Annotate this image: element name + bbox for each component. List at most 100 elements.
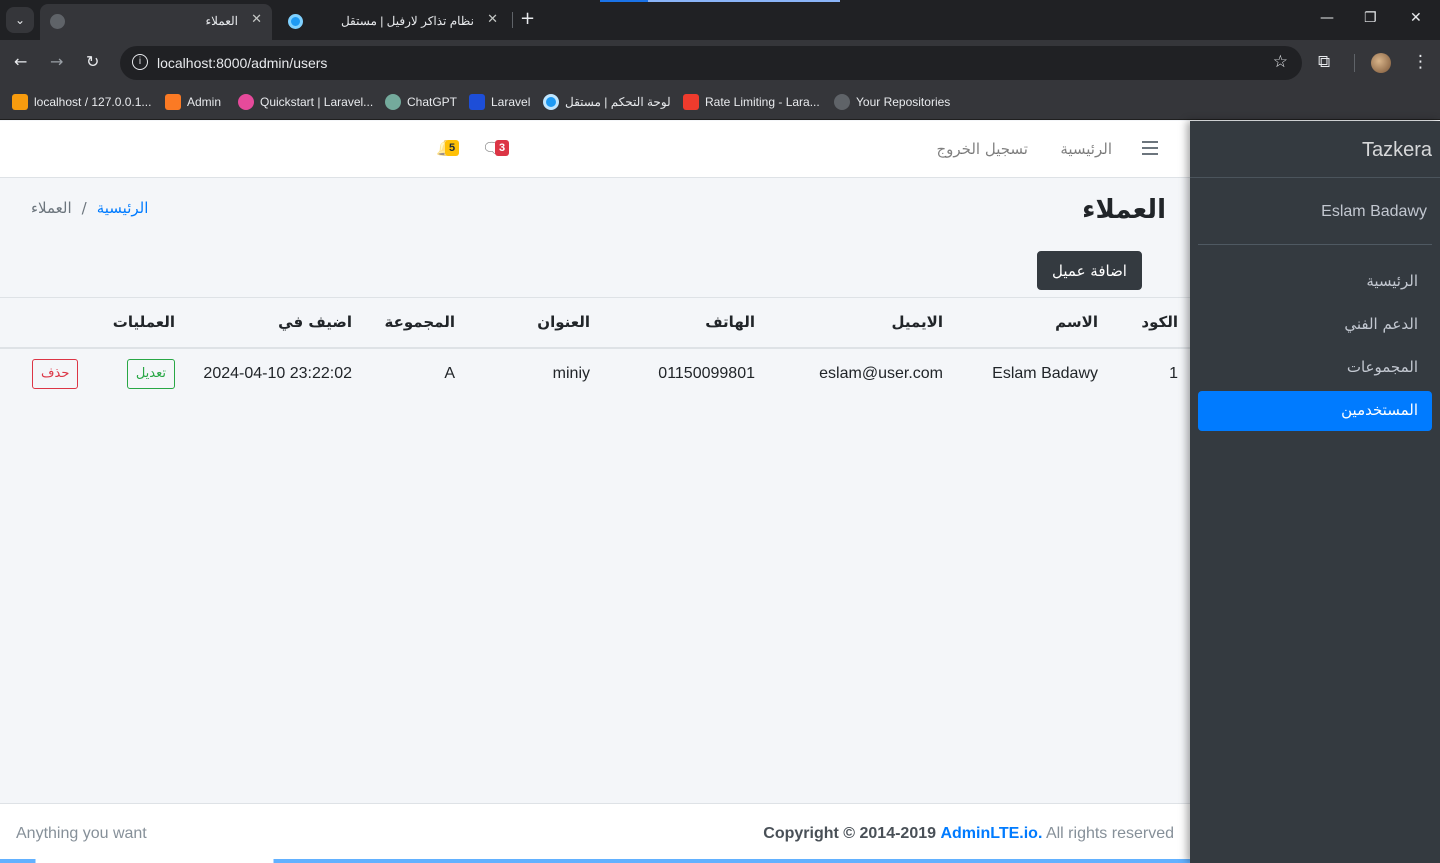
bookmark-rate-limiting[interactable]: Rate Limiting - Lara...	[683, 94, 820, 110]
column-header-email: الايميل	[767, 297, 955, 349]
browser-tab-strip: ⌄ العملاء ✕ نظام تذاكر لارفيل | مستقل ✕ …	[0, 0, 1440, 40]
close-icon[interactable]: ✕	[251, 12, 262, 27]
close-icon[interactable]: ✕	[487, 12, 498, 27]
page-footer: Anything you want Copyright © 2014-2019 …	[0, 803, 1190, 863]
edit-button[interactable]: تعديل	[126, 358, 175, 389]
phpmyadmin-icon	[12, 94, 28, 110]
tab-title: نظام تذاكر لارفيل | مستقل	[340, 14, 474, 28]
mostaql-icon	[288, 14, 303, 29]
breadcrumb-separator: /	[81, 199, 87, 217]
reload-button[interactable]: ↻	[86, 52, 99, 71]
bookmark-label: Your Repositories	[856, 95, 951, 109]
globe-icon	[50, 14, 65, 29]
add-customer-button[interactable]: اضافة عميل	[1037, 251, 1142, 290]
customers-table: الكود الاسم الايميل الهاتف العنوان المجم…	[0, 297, 1190, 400]
rights-text: All rights reserved	[1045, 825, 1174, 842]
bookmark-label: Admin	[187, 95, 222, 109]
cell-email: eslam@user.com	[767, 347, 955, 400]
top-navbar: الرئيسية تسجيل الخروج 🗨 3 🔔 5	[0, 121, 1190, 178]
chatgpt-icon	[385, 94, 401, 110]
bookmark-label: localhost / 127.0.0.1...	[34, 95, 152, 109]
footer-copyright: Copyright © 2014-2019 AdminLTE.io. All r…	[763, 825, 1174, 843]
browser-toolbar: ← → ↻ i localhost:8000/admin/users ☆	[0, 40, 1440, 86]
sidebar-item-label: الرئيسية	[1366, 272, 1418, 290]
laravel-icon	[469, 94, 485, 110]
bookmark-label: ChatGPT	[407, 95, 458, 109]
column-header-id: الكود	[1110, 297, 1190, 349]
bookmark-star-icon[interactable]: ☆	[1273, 52, 1288, 72]
cell-actions: تعديل حذف	[0, 347, 187, 400]
sidebar-item-home[interactable]: الرئيسية	[1198, 262, 1432, 302]
column-header-name: الاسم	[955, 297, 1110, 349]
address-bar[interactable]: i localhost:8000/admin/users ☆	[120, 46, 1302, 80]
adminlte-link[interactable]: AdminLTE.io.	[940, 825, 1042, 842]
sidebar-item-label: الدعم الفني	[1344, 315, 1418, 333]
sidebar-item-label: المستخدمين	[1341, 401, 1418, 419]
user-name[interactable]: Eslam Badawy	[1321, 203, 1427, 221]
column-header-actions: العمليات	[0, 297, 187, 349]
browser-menu-icon[interactable]: ⋮	[1412, 52, 1429, 72]
bookmark-laravel[interactable]: Laravel	[469, 94, 530, 110]
sidebar: Tazkera Eslam Badawy الرئيسية الدعم الفن…	[1190, 121, 1440, 863]
tab-customers[interactable]: العملاء ✕	[40, 4, 272, 40]
column-header-group: المجموعة	[364, 297, 467, 349]
site-info-icon[interactable]: i	[132, 54, 148, 70]
footer-tagline: Anything you want	[16, 825, 147, 842]
taskbar-accent	[0, 859, 1190, 863]
profile-avatar[interactable]	[1371, 53, 1391, 73]
table-header-row: الكود الاسم الايميل الهاتف العنوان المجم…	[0, 297, 1190, 349]
sidebar-item-groups[interactable]: المجموعات	[1198, 348, 1432, 388]
back-button[interactable]: ←	[14, 52, 27, 71]
tab-mostaql[interactable]: نظام تذاكر لارفيل | مستقل ✕	[278, 4, 508, 40]
laravel-icon	[683, 94, 699, 110]
bookmark-chatgpt[interactable]: ChatGPT	[385, 94, 457, 110]
sidebar-item-users[interactable]: المستخدمين	[1198, 391, 1432, 431]
table-row: 1 Eslam Badawy eslam@user.com 0115009980…	[0, 347, 1190, 400]
cell-id: 1	[1110, 347, 1190, 400]
url-text[interactable]: localhost:8000/admin/users	[157, 55, 327, 71]
nav-logout-link[interactable]: تسجيل الخروج	[936, 140, 1028, 158]
bookmark-label: Quickstart | Laravel...	[260, 95, 374, 109]
breadcrumb: الرئيسية / العملاء	[31, 199, 148, 217]
sidebar-item-label: المجموعات	[1346, 358, 1418, 376]
tab-title: العملاء	[205, 14, 238, 28]
cell-phone: 01150099801	[602, 347, 767, 400]
restore-button[interactable]: ❐	[1364, 10, 1377, 26]
column-header-phone: الهاتف	[602, 297, 767, 349]
bookmark-mostaql[interactable]: لوحة التحكم | مستقل	[543, 94, 671, 110]
breadcrumb-current: العملاء	[31, 199, 72, 217]
new-tab-button[interactable]: +	[520, 9, 535, 29]
page-load-progress	[600, 0, 840, 2]
menu-toggle-icon[interactable]	[1142, 141, 1158, 155]
cell-group: A	[364, 347, 467, 400]
cell-created: 2024-04-10 23:22:02	[187, 347, 364, 400]
octopus-icon	[238, 94, 254, 110]
bookmark-quickstart[interactable]: Quickstart | Laravel...	[238, 94, 373, 110]
column-header-address: العنوان	[467, 297, 602, 349]
xampp-icon	[165, 94, 181, 110]
nav-home-link[interactable]: الرئيسية	[1060, 140, 1112, 158]
forward-button[interactable]: →	[50, 52, 63, 71]
bookmark-label: Laravel	[491, 95, 531, 109]
bookmark-admin[interactable]: Admin	[165, 94, 221, 110]
extensions-icon[interactable]: ⧉	[1318, 52, 1330, 72]
bookmark-label: Rate Limiting - Lara...	[705, 95, 820, 109]
messages-badge: 3	[495, 140, 510, 156]
delete-button[interactable]: حذف	[32, 358, 79, 389]
tab-search-button[interactable]: ⌄	[6, 7, 34, 33]
minimize-button[interactable]: —	[1320, 10, 1334, 26]
cell-address: miniy	[467, 347, 602, 400]
cell-name: Eslam Badawy	[955, 347, 1110, 400]
brand-link[interactable]: Tazkera	[1190, 121, 1440, 178]
notifications-badge: 5	[445, 140, 460, 156]
bookmark-repositories[interactable]: Your Repositories	[834, 94, 950, 110]
breadcrumb-home-link[interactable]: الرئيسية	[97, 199, 149, 217]
mostaql-icon	[543, 94, 559, 110]
bookmark-phpmyadmin[interactable]: localhost / 127.0.0.1...	[12, 94, 151, 110]
tab-divider	[512, 12, 513, 28]
bookmark-label: لوحة التحكم | مستقل	[565, 95, 671, 109]
page-title: العملاء	[1082, 195, 1166, 225]
github-icon	[834, 94, 850, 110]
sidebar-item-support[interactable]: الدعم الفني	[1198, 305, 1432, 345]
close-window-button[interactable]: ✕	[1410, 10, 1422, 26]
